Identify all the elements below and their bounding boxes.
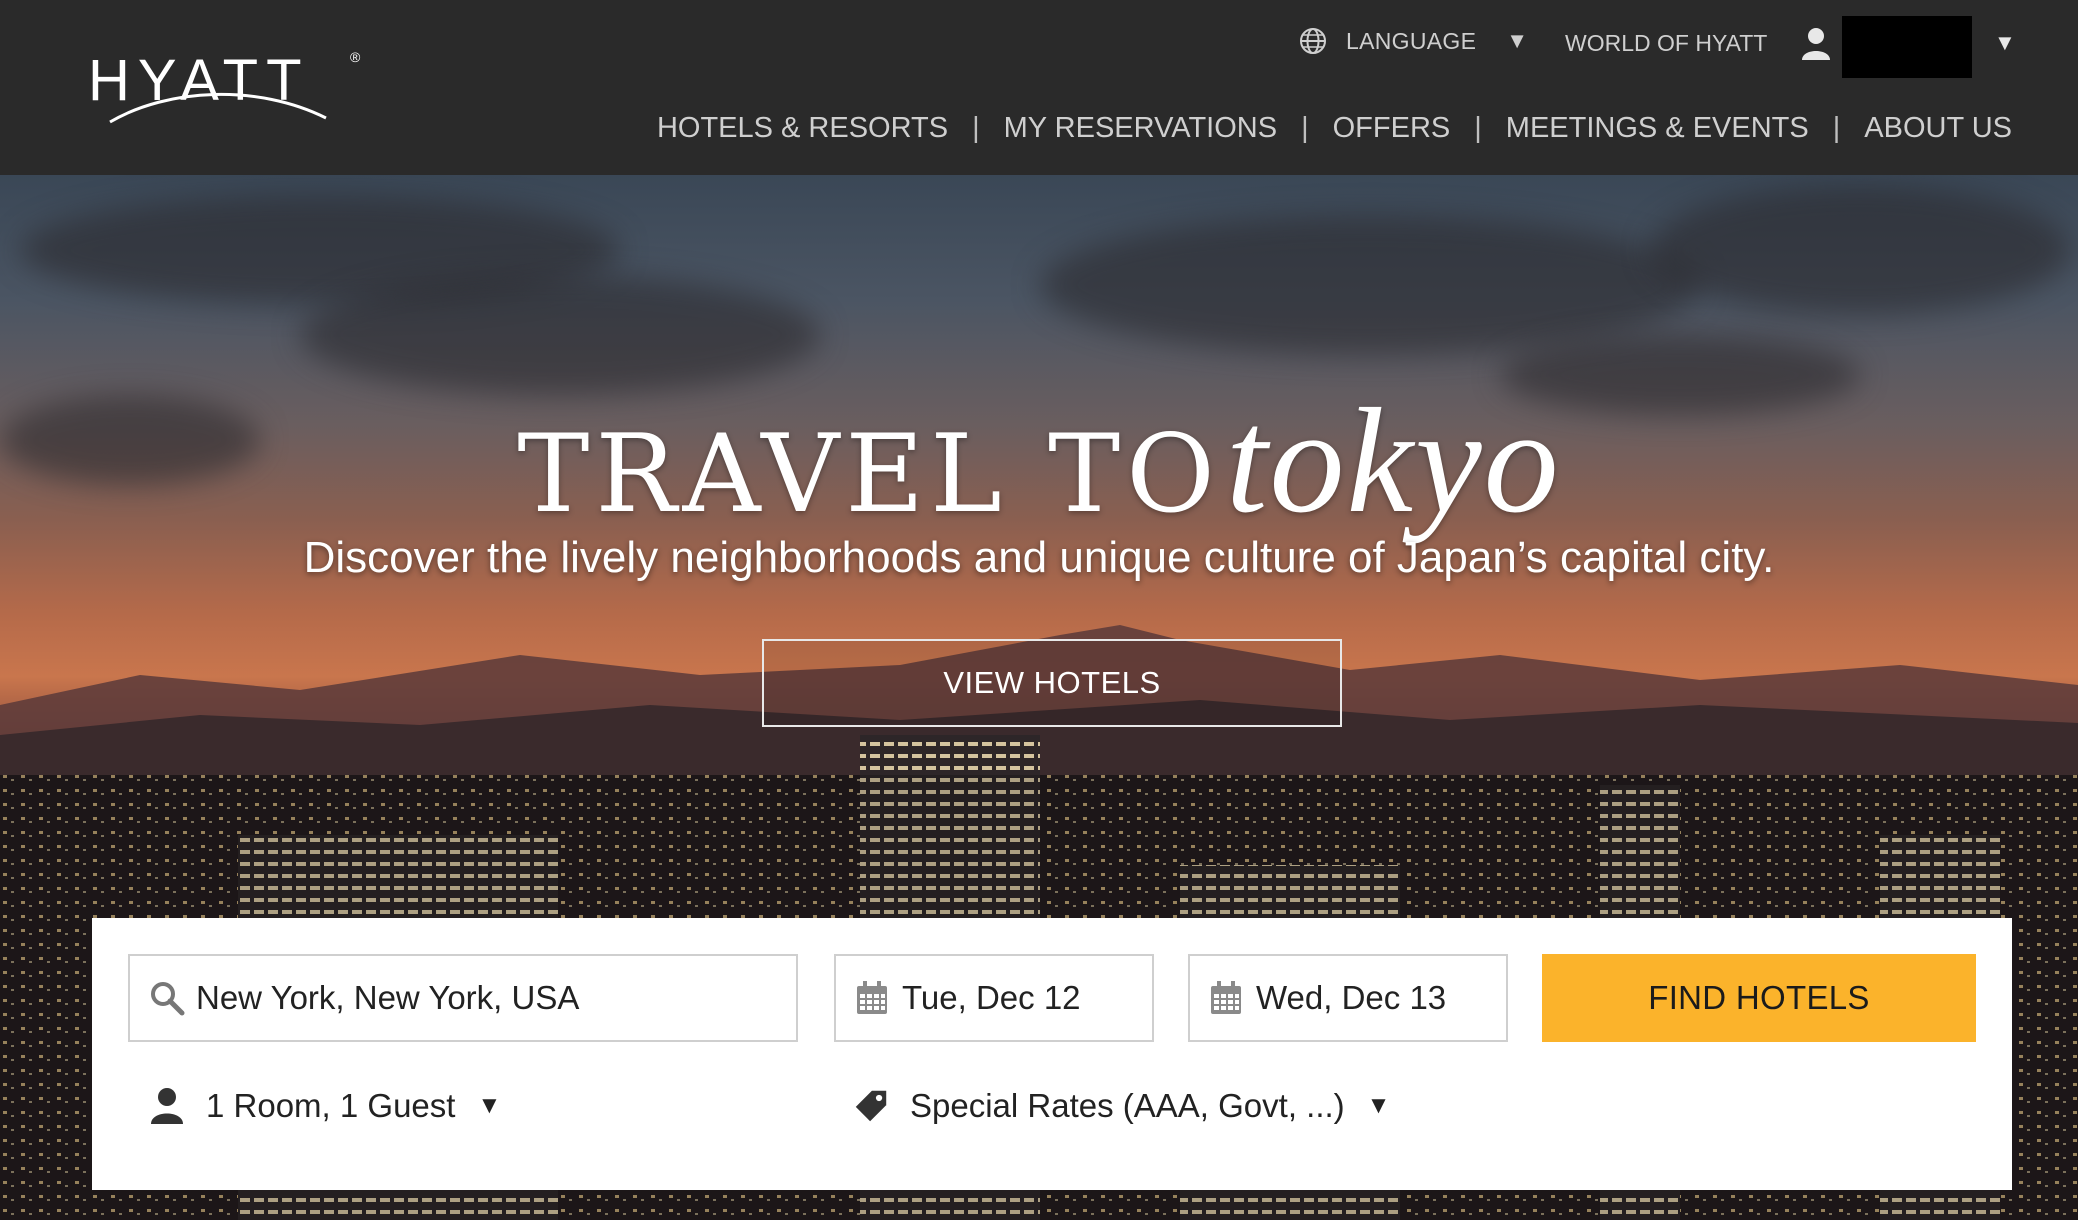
language-label: LANGUAGE [1346, 27, 1477, 54]
search-icon [151, 982, 185, 1016]
hero-title-prefix: TRAVEL TO [517, 412, 1221, 537]
checkout-value: Wed, Dec 13 [1256, 979, 1447, 1016]
calendar-icon [1211, 981, 1241, 1014]
checkout-date-field[interactable]: Wed, Dec 13 [1188, 954, 1508, 1042]
nav-offers[interactable]: OFFERS [1333, 112, 1451, 145]
world-of-hyatt-link[interactable]: WORLD OF HYATT [1565, 30, 1767, 57]
nav-hotels-resorts[interactable]: HOTELS & RESORTS [657, 112, 948, 145]
view-hotels-button[interactable]: VIEW HOTELS [762, 639, 1342, 727]
hero-subtitle: Discover the lively neighborhoods and un… [303, 533, 1775, 582]
caret-down-icon[interactable]: ▼ [1994, 30, 2016, 56]
hyatt-logo[interactable]: HYATT ® [88, 48, 368, 128]
location-input[interactable]: New York, New York, USA [128, 954, 798, 1042]
tag-icon [855, 1090, 887, 1122]
calendar-icon [857, 981, 887, 1014]
location-value: New York, New York, USA [196, 979, 580, 1016]
caret-down-icon: ▼ [1506, 28, 1529, 53]
main-nav: HOTELS & RESORTS | MY RESERVATIONS | OFF… [657, 112, 2012, 145]
checkin-value: Tue, Dec 12 [902, 979, 1081, 1016]
special-rates-label: Special Rates (AAA, Govt, ...) [910, 1087, 1345, 1124]
nav-separator: | [972, 112, 980, 144]
hero-title: TRAVEL TO tokyo [0, 375, 2078, 547]
special-rates-selector[interactable]: Special Rates (AAA, Govt, ...) ▼ [854, 1076, 1390, 1136]
nav-separator: | [1301, 112, 1309, 144]
rooms-guests-selector[interactable]: 1 Room, 1 Guest ▼ [150, 1076, 501, 1136]
globe-icon [1300, 28, 1326, 54]
nav-separator: | [1474, 112, 1482, 144]
nav-meetings-events[interactable]: MEETINGS & EVENTS [1506, 112, 1809, 145]
caret-down-icon: ▼ [477, 1092, 502, 1119]
hero-title-emphasis: tokyo [1225, 378, 1561, 544]
booking-search-panel: New York, New York, USA Tue, Dec 12 Wed,… [92, 918, 2012, 1190]
cloud-shape [1040, 215, 1700, 355]
nav-about-us[interactable]: ABOUT US [1864, 112, 2012, 145]
find-hotels-button[interactable]: FIND HOTELS [1542, 954, 1976, 1042]
account-name-box[interactable] [1842, 16, 1972, 78]
user-icon [151, 1088, 183, 1124]
user-icon[interactable] [1800, 26, 1832, 62]
cloud-shape [1650, 185, 2070, 315]
language-selector[interactable]: LANGUAGE ▼ [1298, 26, 1528, 56]
hyatt-logo-icon: HYATT ® [88, 48, 361, 124]
svg-text:HYATT: HYATT [88, 48, 310, 113]
site-header: HYATT ® LANGUAGE ▼ WORLD OF HYATT ▼ HOTE… [0, 0, 2078, 175]
nav-separator: | [1832, 112, 1841, 144]
svg-text:®: ® [350, 49, 361, 65]
nav-my-reservations[interactable]: MY RESERVATIONS [1004, 112, 1277, 145]
checkin-date-field[interactable]: Tue, Dec 12 [834, 954, 1154, 1042]
rooms-guests-label: 1 Room, 1 Guest [206, 1087, 456, 1124]
caret-down-icon: ▼ [1366, 1092, 1391, 1119]
